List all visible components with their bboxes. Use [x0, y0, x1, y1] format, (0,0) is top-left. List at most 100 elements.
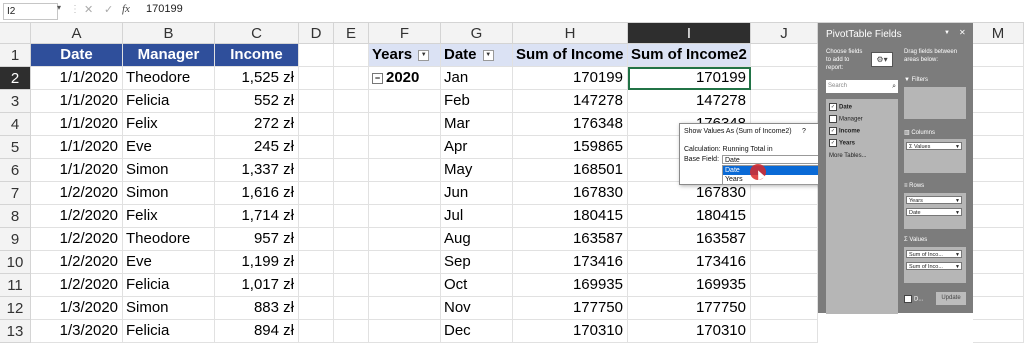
row-header[interactable]: 12	[0, 297, 31, 320]
table-header-income[interactable]: Income	[215, 44, 299, 67]
cell-date[interactable]: 1/3/2020	[31, 320, 123, 343]
cell-manager[interactable]: Theodore	[123, 67, 215, 90]
cell-income[interactable]: 1,199 zł	[215, 251, 299, 274]
pivot-month[interactable]: Aug	[441, 228, 513, 251]
pivot-month[interactable]: Mar	[441, 113, 513, 136]
cell-date[interactable]: 1/3/2020	[31, 297, 123, 320]
search-input[interactable]: Search ⌕	[826, 80, 898, 93]
cell-manager[interactable]: Felicia	[123, 274, 215, 297]
empty-cell[interactable]	[334, 67, 369, 90]
cell-income[interactable]: 245 zł	[215, 136, 299, 159]
cell-income[interactable]: 552 zł	[215, 90, 299, 113]
pivot-sum-income[interactable]: 159865	[513, 136, 628, 159]
name-box[interactable]: I2	[3, 3, 58, 20]
row-header[interactable]: 5	[0, 136, 31, 159]
pane-options-icon[interactable]: ▼	[944, 30, 950, 36]
cell-income[interactable]: 1,714 zł	[215, 205, 299, 228]
values-chip-2[interactable]: Sum of Inco... ▼	[906, 262, 962, 270]
columns-values-chip[interactable]: Σ Values ▼	[906, 142, 962, 150]
cell-date[interactable]: 1/1/2020	[31, 136, 123, 159]
cell-manager[interactable]: Simon	[123, 159, 215, 182]
defer-update-checkbox[interactable]: D...	[904, 295, 923, 303]
pivot-sum-income[interactable]: 176348	[513, 113, 628, 136]
empty-cell[interactable]	[299, 182, 334, 205]
column-header-h[interactable]: H	[513, 23, 628, 44]
cell-date[interactable]: 1/2/2020	[31, 228, 123, 251]
formula-input[interactable]: 170199	[146, 3, 183, 15]
pivot-month[interactable]: Sep	[441, 251, 513, 274]
pivot-header-sum-income[interactable]: Sum of Income	[513, 44, 628, 67]
pivot-sum-income2[interactable]: 173416	[628, 251, 751, 274]
row-header[interactable]: 2	[0, 67, 31, 90]
column-header-a[interactable]: A	[31, 23, 123, 44]
pivot-year-blank[interactable]	[369, 90, 441, 113]
empty-cell[interactable]	[334, 274, 369, 297]
cell-income[interactable]: 883 zł	[215, 297, 299, 320]
cell-date[interactable]: 1/2/2020	[31, 274, 123, 297]
chevron-down-icon[interactable]: ▼	[955, 251, 960, 259]
column-header-d[interactable]: D	[299, 23, 334, 44]
row-header[interactable]: 13	[0, 320, 31, 343]
cell-manager[interactable]: Simon	[123, 182, 215, 205]
empty-cell[interactable]	[334, 251, 369, 274]
empty-cell[interactable]	[299, 136, 334, 159]
enter-icon[interactable]: ✓	[104, 3, 113, 16]
name-box-dropdown-icon[interactable]: ▾	[57, 3, 61, 12]
row-header[interactable]: 11	[0, 274, 31, 297]
cell-date[interactable]: 1/2/2020	[31, 251, 123, 274]
help-icon[interactable]: ?	[802, 128, 806, 135]
pivot-month[interactable]: Jun	[441, 182, 513, 205]
row-header[interactable]: 4	[0, 113, 31, 136]
empty-cell[interactable]	[973, 320, 1024, 343]
empty-cell[interactable]	[751, 251, 818, 274]
field-item-manager[interactable]: Manager	[829, 115, 863, 123]
pivot-year-blank[interactable]	[369, 228, 441, 251]
empty-cell[interactable]	[751, 67, 818, 90]
empty-cell[interactable]	[973, 113, 1024, 136]
column-header-f[interactable]: F	[369, 23, 441, 44]
cell-income[interactable]: 1,337 zł	[215, 159, 299, 182]
empty-cell[interactable]	[334, 159, 369, 182]
empty-cell[interactable]	[973, 67, 1024, 90]
pivot-year-blank[interactable]	[369, 136, 441, 159]
empty-cell[interactable]	[299, 113, 334, 136]
pivot-sum-income2[interactable]: 167830	[628, 182, 751, 205]
empty-cell[interactable]	[334, 228, 369, 251]
empty-cell[interactable]	[299, 205, 334, 228]
cell-date[interactable]: 1/1/2020	[31, 159, 123, 182]
empty-cell[interactable]	[751, 297, 818, 320]
rows-area[interactable]: Years ▼ Date ▼	[904, 193, 966, 229]
row-header[interactable]: 9	[0, 228, 31, 251]
pivot-year-blank[interactable]	[369, 113, 441, 136]
empty-cell[interactable]	[299, 274, 334, 297]
pivot-month[interactable]: Jul	[441, 205, 513, 228]
update-button[interactable]: Update	[936, 292, 966, 305]
filter-dropdown-icon[interactable]: ▼	[482, 49, 494, 61]
pivot-sum-income[interactable]: 163587	[513, 228, 628, 251]
column-header-i[interactable]: I	[628, 23, 751, 44]
pivot-year-blank[interactable]	[369, 251, 441, 274]
pivot-year-blank[interactable]	[369, 182, 441, 205]
select-all-corner[interactable]	[0, 23, 31, 44]
pivot-month[interactable]: Jan	[441, 67, 513, 90]
cell-manager[interactable]: Felix	[123, 113, 215, 136]
cell-income[interactable]: 1,616 zł	[215, 182, 299, 205]
cell-income[interactable]: 1,525 zł	[215, 67, 299, 90]
pivot-sum-income[interactable]: 170310	[513, 320, 628, 343]
pivot-year-blank[interactable]	[369, 159, 441, 182]
rows-date-chip[interactable]: Date ▼	[906, 208, 962, 216]
pivot-year-blank[interactable]	[369, 274, 441, 297]
cell-income[interactable]: 272 zł	[215, 113, 299, 136]
empty-cell[interactable]	[299, 297, 334, 320]
cell-manager[interactable]: Eve	[123, 251, 215, 274]
empty-cell[interactable]	[973, 182, 1024, 205]
checkbox-icon[interactable]	[829, 115, 837, 123]
empty-cell[interactable]	[751, 44, 818, 67]
pivot-month[interactable]: May	[441, 159, 513, 182]
cell-income[interactable]: 894 zł	[215, 320, 299, 343]
pivot-sum-income[interactable]: 168501	[513, 159, 628, 182]
empty-cell[interactable]	[751, 274, 818, 297]
empty-cell[interactable]	[334, 113, 369, 136]
row-header[interactable]: 10	[0, 251, 31, 274]
column-header-c[interactable]: C	[215, 23, 299, 44]
